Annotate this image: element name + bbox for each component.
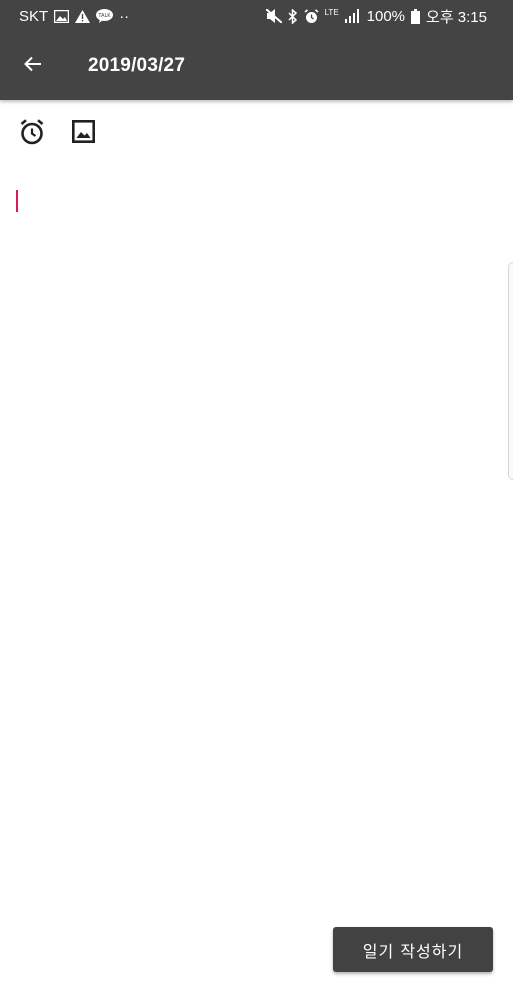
status-bar-left: SKT TALK ·· — [19, 8, 129, 25]
lte-icon: LTE — [325, 9, 339, 17]
more-dots: ·· — [119, 7, 130, 25]
status-bar: SKT TALK ·· LTE 100% 오후 3:15 — [0, 0, 513, 32]
diary-text-editor[interactable] — [16, 188, 496, 888]
battery-percent: 100% — [366, 7, 406, 25]
alarm-icon — [20, 118, 44, 150]
status-bar-right: LTE 100% 오후 3:15 — [265, 6, 487, 27]
alarm-button[interactable] — [20, 118, 44, 150]
image-button[interactable] — [71, 119, 95, 148]
alarm-icon — [304, 8, 319, 24]
image-icon — [71, 119, 95, 148]
battery-icon — [411, 8, 421, 24]
clock: 오후 3:15 — [426, 8, 487, 26]
network-label: LTE — [324, 8, 339, 17]
app-bar: 2019/03/27 — [0, 32, 513, 100]
text-cursor — [16, 190, 18, 212]
bluetooth-icon — [288, 8, 298, 24]
edge-panel-handle[interactable] — [508, 262, 513, 480]
back-button[interactable] — [10, 43, 56, 89]
svg-text:TALK: TALK — [98, 13, 112, 19]
image-icon — [54, 9, 70, 23]
mute-icon — [265, 9, 282, 23]
warning-icon — [75, 9, 91, 23]
write-diary-button[interactable]: 일기 작성하기 — [333, 927, 493, 972]
talk-icon: TALK — [96, 9, 114, 23]
carrier-label: SKT — [19, 7, 49, 25]
arrow-left-icon — [24, 56, 42, 77]
editor-toolbar — [20, 118, 95, 150]
signal-icon — [344, 9, 361, 23]
page-title: 2019/03/27 — [88, 55, 186, 76]
